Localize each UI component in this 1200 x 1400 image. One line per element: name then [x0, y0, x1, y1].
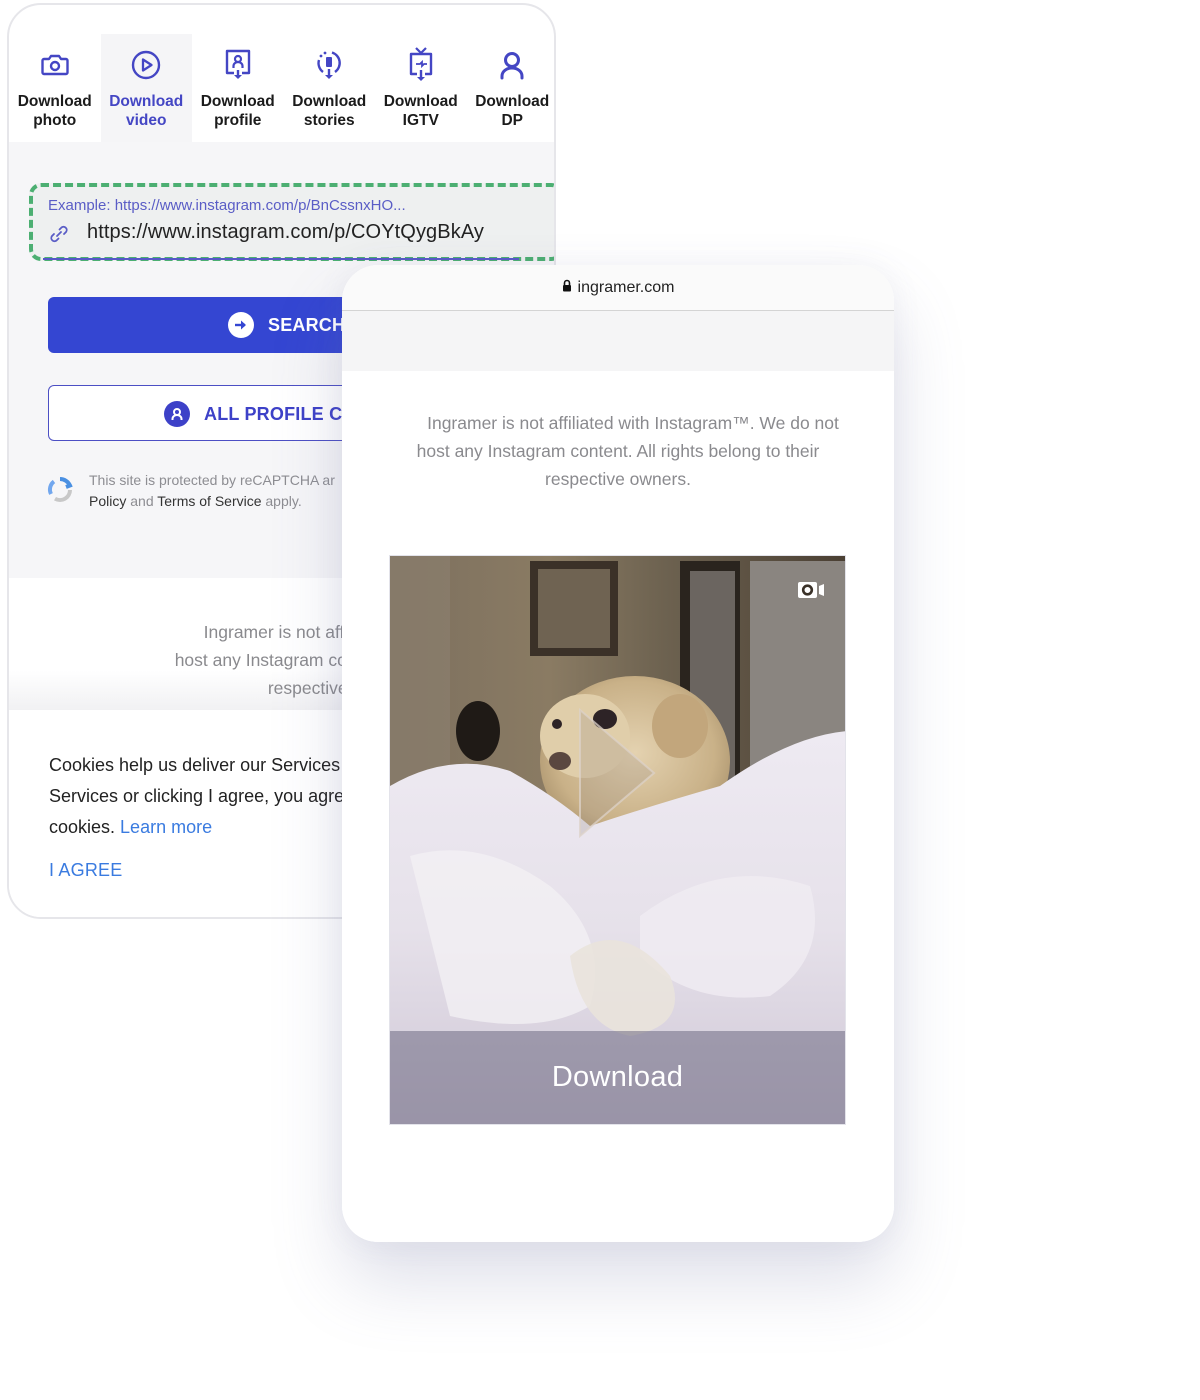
profile-button-label: ALL PROFILE CO: [204, 403, 357, 424]
disclaimer-text: Ingramer is not affiliated with Instagra…: [416, 413, 839, 489]
video-preview[interactable]: Download: [389, 555, 846, 1125]
link-icon: [48, 223, 70, 250]
tab-download-photo[interactable]: Download photo: [9, 34, 101, 142]
tab-download-video[interactable]: Download video: [100, 34, 192, 142]
tab-download-dp[interactable]: Download DP: [467, 34, 555, 142]
user-icon: [496, 48, 528, 82]
tab-download-profile[interactable]: Download profile: [192, 34, 284, 142]
recaptcha-text: This site is protected by reCAPTCHA ar: [89, 472, 335, 488]
download-button[interactable]: Download: [390, 1031, 845, 1124]
play-circle-icon: [130, 48, 162, 82]
download-type-tabs: Download photo Download video Download prof…: [9, 34, 555, 142]
terms-of-service-link[interactable]: Terms of Service: [157, 493, 261, 509]
tab-label: Download profile: [200, 93, 275, 129]
recaptcha-logo-icon: [46, 476, 74, 504]
play-icon[interactable]: [578, 707, 658, 843]
download-button-label: Download: [551, 1061, 684, 1093]
profile-download-icon: [222, 48, 254, 82]
url-input-placeholder: Example: https://www.instagram.com/p/BnC…: [48, 197, 406, 214]
input-underline: [43, 258, 519, 260]
browser-result-panel: ingramer.com Ingramer is not affiliated …: [342, 265, 894, 1242]
user-icon: [164, 401, 190, 427]
tab-download-igtv[interactable]: Download IGTV: [375, 34, 467, 142]
url-input-value[interactable]: https://www.instagram.com/p/COYtQygBkAy: [87, 221, 484, 244]
recaptcha-text-2: Policy and Terms of Service apply.: [89, 493, 302, 509]
privacy-policy-link[interactable]: Policy: [89, 493, 126, 509]
tab-label: Download DP: [475, 93, 550, 129]
stories-download-icon: [313, 48, 345, 82]
address-bar[interactable]: ingramer.com: [342, 265, 894, 311]
toolbar-band: [342, 311, 894, 371]
url-input[interactable]: Example: https://www.instagram.com/p/BnC…: [29, 183, 554, 261]
tab-download-stories[interactable]: Download stories: [284, 34, 376, 142]
arrow-right-icon: [228, 312, 254, 338]
camera-icon: [39, 48, 71, 82]
search-button-label: SEARCH: [268, 314, 346, 335]
tab-label: Download photo: [17, 93, 92, 129]
lock-icon: [562, 279, 572, 297]
tab-label: Download video: [109, 93, 184, 129]
learn-more-link[interactable]: Learn more: [120, 817, 212, 837]
i-agree-button[interactable]: I AGREE: [49, 860, 122, 881]
tab-label: Download IGTV: [383, 93, 458, 129]
igtv-download-icon: [405, 47, 437, 82]
tab-label: Download stories: [292, 93, 367, 129]
address-domain: ingramer.com: [577, 278, 675, 296]
video-camera-icon: [797, 581, 825, 604]
